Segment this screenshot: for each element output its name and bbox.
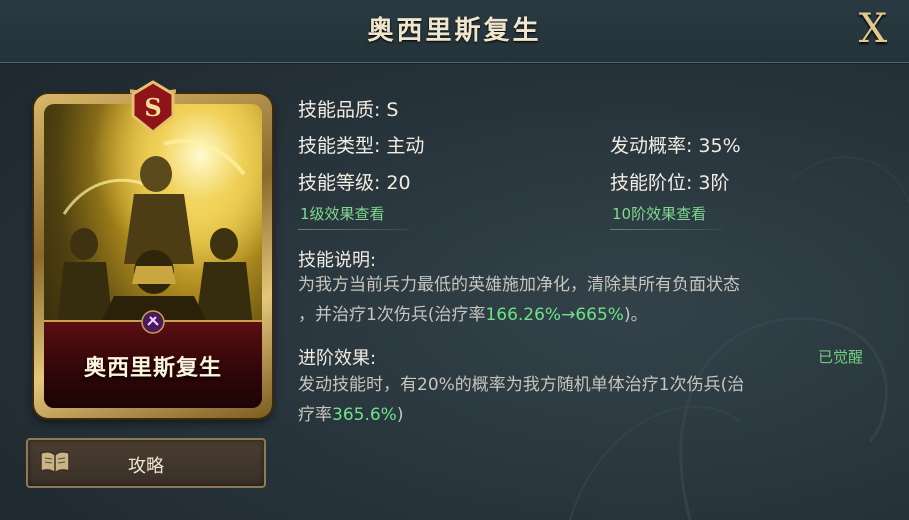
advanced-effect-text: 发动技能时，有20%的概率为我方随机单体治疗1次伤兵(治 疗率365.6%) [298,370,878,430]
level1-effect-link[interactable]: 1级效果查看 [300,203,385,230]
trigger-rate-label: 发动概率: [610,135,693,157]
card-skill-name: 奥西里斯复生 [83,356,222,381]
card-name-bar: 奥西里斯复生 [44,310,262,408]
page-title: 奥西里斯复生 [367,16,542,46]
advanced-line-2-suffix: ) [396,405,404,425]
skill-artwork [44,104,262,336]
skill-type-value: 主动 [386,135,425,157]
tier10-link-underline [610,229,722,230]
skill-level-value: 20 [386,172,411,194]
skill-quality-value: S [386,99,399,121]
description-line-2-prefix: ，并治疗1次伤兵(治疗率 [298,305,486,325]
advanced-effect-title: 进阶效果: [298,348,377,369]
guide-button[interactable]: 攻略 [26,438,266,488]
close-button[interactable]: X [851,6,895,52]
tier10-effect-link[interactable]: 10阶效果查看 [612,203,706,230]
trigger-rate: 发动概率: 35% [610,131,741,158]
faction-icon [141,310,165,334]
description-line-1: 为我方当前兵力最低的英雄施加净化，清除其所有负面状态 [298,275,740,295]
grade-s-badge: S [130,80,176,134]
advanced-line-1: 发动技能时，有20%的概率为我方随机单体治疗1次伤兵(治 [298,375,745,395]
advanced-heal-rate-value: 365.6% [332,405,397,425]
skill-quality-label: 技能品质: [298,99,381,121]
skill-tier: 技能阶位: 3阶 [610,168,730,195]
skill-type-label: 技能类型: [298,135,381,157]
advanced-line-2: 疗率365.6%) [298,400,878,430]
guide-button-label: 攻略 [128,456,164,477]
skill-card: 奥西里斯复生 S [34,80,272,418]
skill-quality: 技能品质: S [298,95,398,122]
advanced-line-2-prefix: 疗率 [298,405,332,425]
description-title: 技能说明: [298,250,377,271]
description-text: 为我方当前兵力最低的英雄施加净化，清除其所有负面状态 ，并治疗1次伤兵(治疗率1… [298,270,878,330]
grade-letter: S [144,93,161,122]
skill-level: 技能等级: 20 [298,168,411,195]
level1-link-underline [298,229,410,230]
skill-type: 技能类型: 主动 [298,131,424,158]
skill-tier-label: 技能阶位: [610,172,693,194]
skill-tier-value: 3阶 [698,172,730,194]
heal-rate-value: 166.26%→665% [485,305,624,325]
card-frame: 奥西里斯复生 [44,104,262,408]
description-line-2-suffix: )。 [623,305,648,325]
description-line-2: ，并治疗1次伤兵(治疗率166.26%→665%)。 [298,300,878,330]
trigger-rate-value: 35% [698,135,741,157]
skill-level-label: 技能等级: [298,172,381,194]
title-bar: 奥西里斯复生 X [0,0,909,63]
awakened-status: 已觉醒 [818,348,864,366]
